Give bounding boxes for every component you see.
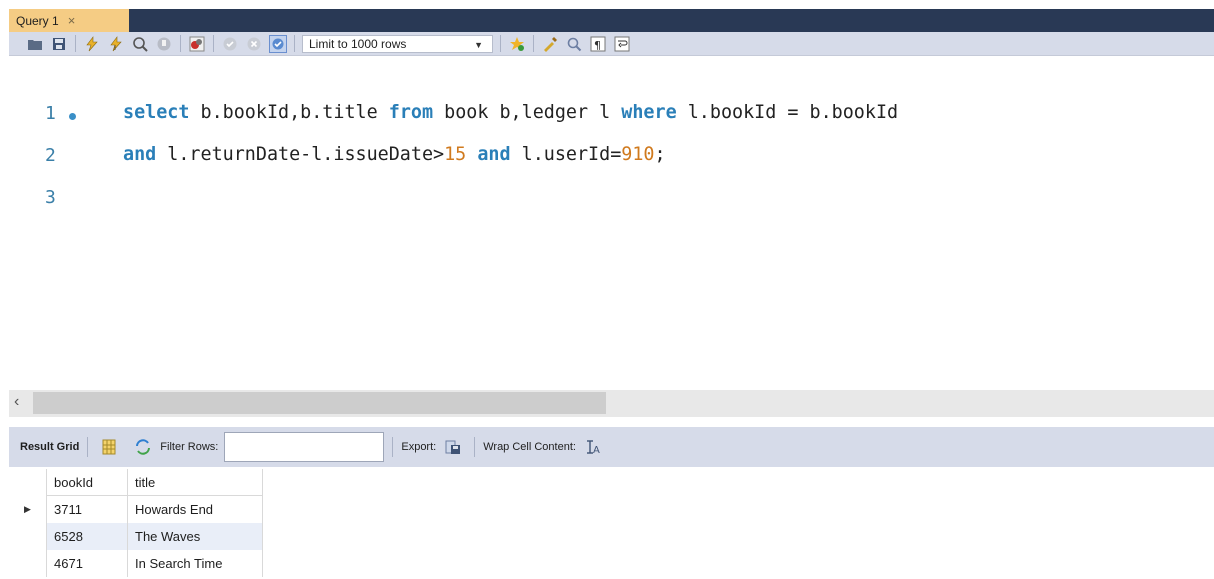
autocommit-icon[interactable] xyxy=(269,34,287,53)
svg-text:A: A xyxy=(593,445,600,455)
query-tab-strip: Query 1 × xyxy=(9,9,1214,32)
toolbar-separator xyxy=(213,35,214,52)
invisible-chars-icon[interactable]: ¶ xyxy=(589,35,607,53)
column-header-bookid[interactable]: bookId xyxy=(46,469,127,496)
table-cell[interactable]: Howards End xyxy=(127,496,263,523)
tab-query-1[interactable]: Query 1 × xyxy=(9,9,129,32)
chevron-down-icon: ▼ xyxy=(474,39,483,50)
tab-label: Query 1 xyxy=(16,13,59,28)
execute-icon[interactable] xyxy=(83,35,101,53)
scrollbar-thumb[interactable] xyxy=(33,392,606,414)
svg-text:¶: ¶ xyxy=(594,39,601,52)
svg-text:I: I xyxy=(114,44,116,52)
grid-layout-icon[interactable] xyxy=(100,438,118,456)
filter-rows-input[interactable] xyxy=(224,432,385,462)
row-selected-icon: ▶ xyxy=(24,504,31,514)
table-row[interactable]: 6528 The Waves xyxy=(9,523,263,550)
sql-keyword: and xyxy=(477,144,511,165)
row-indicator xyxy=(9,523,46,550)
sql-keyword: select xyxy=(123,102,190,123)
sql-keyword: from xyxy=(388,102,434,123)
table-row[interactable]: ▶ 3711 Howards End xyxy=(9,496,263,523)
sql-editor-toolbar: I Limit to 1000 rows ▼ ¶ xyxy=(9,32,1214,56)
grid-header-row: bookId title xyxy=(9,469,263,496)
sql-number: 910 xyxy=(621,144,655,165)
toolbar-separator xyxy=(87,437,89,457)
sql-text: l.userId= xyxy=(510,144,622,165)
line-number: 1 xyxy=(45,103,56,124)
wrap-cell-icon[interactable]: A xyxy=(584,438,602,456)
export-icon[interactable] xyxy=(444,438,462,456)
toolbar-separator xyxy=(533,35,534,52)
line-number: 2 xyxy=(45,145,56,166)
result-grid[interactable]: bookId title ▶ 3711 Howards End 6528 The… xyxy=(9,469,263,577)
toolbar-separator xyxy=(180,35,181,52)
explain-icon[interactable] xyxy=(131,35,149,53)
toolbar-separator xyxy=(75,35,76,52)
close-icon[interactable]: × xyxy=(68,13,76,28)
toggle-error-icon[interactable] xyxy=(188,35,206,53)
table-row[interactable]: 4671 In Search Time xyxy=(9,550,263,577)
open-folder-icon[interactable] xyxy=(26,35,44,53)
scroll-left-icon[interactable]: ‹ xyxy=(14,393,19,411)
table-cell[interactable]: 6528 xyxy=(46,523,127,550)
sql-text: b.bookId,b.title xyxy=(189,102,389,123)
filter-rows-label: Filter Rows: xyxy=(160,441,219,453)
stop-icon[interactable] xyxy=(155,35,173,53)
code-line[interactable]: select b.bookId,b.title from book b,ledg… xyxy=(123,102,898,123)
column-header-title[interactable]: title xyxy=(127,469,263,496)
export-label: Export: xyxy=(401,441,437,453)
row-indicator xyxy=(9,469,46,496)
sql-text: book b,ledger l xyxy=(433,102,622,123)
table-cell[interactable]: The Waves xyxy=(127,523,263,550)
refresh-icon[interactable] xyxy=(134,438,152,456)
sql-text: l.returnDate-l.issueDate> xyxy=(156,144,445,165)
limit-rows-select[interactable]: Limit to 1000 rows ▼ xyxy=(302,34,493,53)
rollback-icon[interactable] xyxy=(245,35,263,53)
sql-text: l.bookId = b.bookId xyxy=(676,102,899,123)
horizontal-scrollbar[interactable]: ‹ xyxy=(9,390,1214,417)
word-wrap-icon[interactable] xyxy=(613,35,631,53)
code-line[interactable]: and l.returnDate-l.issueDate>15 and l.us… xyxy=(123,144,666,165)
table-cell[interactable]: 4671 xyxy=(46,550,127,577)
find-icon[interactable] xyxy=(565,35,583,53)
save-icon[interactable] xyxy=(50,35,68,53)
sql-keyword: where xyxy=(621,102,677,123)
table-cell[interactable]: In Search Time xyxy=(127,550,263,577)
line-number: 3 xyxy=(45,187,56,208)
execute-current-icon[interactable]: I xyxy=(107,35,125,53)
toolbar-separator xyxy=(474,437,476,457)
commit-icon[interactable] xyxy=(221,35,239,53)
toolbar-separator xyxy=(294,35,295,52)
add-snippet-icon[interactable] xyxy=(508,35,526,53)
sql-number: 15 xyxy=(444,144,467,165)
sql-keyword: and xyxy=(123,144,157,165)
row-indicator xyxy=(9,550,46,577)
statement-marker-icon xyxy=(69,113,76,120)
wrap-cell-content-label: Wrap Cell Content: xyxy=(483,441,576,453)
toolbar-separator xyxy=(500,35,501,52)
results-toolbar: Result Grid Filter Rows: Export: Wrap Ce… xyxy=(9,427,1214,467)
sql-editor[interactable]: 1 2 3 select b.bookId,b.title from book … xyxy=(9,56,1214,387)
toolbar-separator xyxy=(392,437,394,457)
table-cell[interactable]: 3711 xyxy=(46,496,127,523)
beautify-icon[interactable] xyxy=(541,35,559,53)
sql-text: ; xyxy=(654,144,666,165)
limit-rows-value: Limit to 1000 rows xyxy=(309,36,407,51)
result-grid-tab[interactable]: Result Grid xyxy=(20,441,79,453)
